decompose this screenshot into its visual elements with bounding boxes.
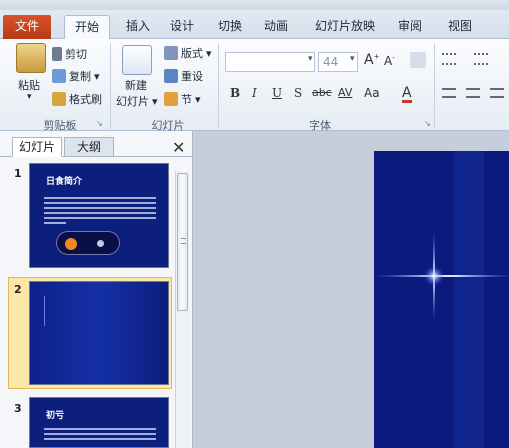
ribbon-tab-bar: 文件 开始 插入 设计 切换 动画 幻灯片放映 审阅 视图 (0, 10, 509, 39)
slide-number: 3 (14, 402, 22, 415)
copy-label: 复制 (69, 70, 91, 83)
slide-editor (194, 131, 509, 448)
group-separator (110, 43, 111, 129)
close-icon[interactable]: ✕ (172, 138, 185, 157)
slide-thumbnail-2[interactable] (29, 281, 169, 385)
slide-thumbnail-title: 日食简介 (46, 177, 83, 187)
new-slide-button[interactable]: 新建 (125, 77, 147, 93)
tab-review[interactable]: 审阅 (390, 15, 430, 39)
grip-icon (181, 238, 186, 244)
tab-insert[interactable]: 插入 (118, 15, 158, 39)
new-slide-label-2: 幻灯片 (116, 95, 149, 108)
dialog-launcher-icon[interactable]: ↘ (424, 119, 431, 128)
character-spacing-button[interactable]: AV (338, 86, 352, 99)
grow-font-label: A (364, 52, 374, 68)
tab-outline[interactable]: 大纲 (64, 137, 114, 157)
scissors-icon (52, 47, 62, 61)
slide-thumbnail-3[interactable]: 初亏 (29, 397, 169, 448)
tab-slideshow[interactable]: 幻灯片放映 (306, 15, 384, 39)
copy-button[interactable]: 复制 ▾ (52, 68, 100, 84)
layout-icon (164, 46, 178, 60)
reset-icon (164, 69, 178, 83)
title-strip (0, 0, 509, 10)
numbering-icon[interactable] (474, 53, 488, 65)
shadow-button[interactable]: S (294, 86, 302, 100)
paste-dropdown-icon[interactable]: ▾ (27, 92, 32, 102)
section-icon (164, 92, 178, 106)
section-button[interactable]: 节 ▾ (164, 91, 201, 107)
slide-thumbnail-1[interactable]: 日食简介 (29, 163, 169, 268)
bullets-icon[interactable] (442, 53, 456, 65)
chevron-down-icon: ▾ (152, 94, 158, 108)
bold-button[interactable]: B (230, 86, 240, 100)
chevron-down-icon[interactable]: ▾ (350, 54, 355, 64)
star-glint (44, 296, 45, 326)
group-separator (434, 43, 435, 129)
chevron-down-icon: ▾ (206, 46, 212, 60)
tab-slides[interactable]: 幻灯片 (12, 137, 62, 157)
grow-font-button[interactable]: A+ (364, 52, 379, 68)
slide-number: 1 (14, 167, 22, 180)
tab-home[interactable]: 开始 (64, 15, 110, 39)
thumbnail-text-lines (44, 197, 156, 227)
paintbrush-icon (52, 92, 66, 106)
new-slide-icon (122, 45, 152, 75)
section-label: 节 (181, 93, 192, 106)
paste-label: 粘贴 (18, 79, 40, 92)
cut-label: 剪切 (65, 48, 87, 61)
moon-icon (97, 240, 104, 247)
reset-label: 重设 (181, 70, 203, 83)
copy-dropdown-icon: ▾ (94, 69, 100, 83)
format-painter-button[interactable]: 格式刷 (52, 91, 102, 107)
font-name-input[interactable] (225, 52, 315, 72)
paste-button[interactable]: 粘贴 (18, 77, 40, 93)
layout-button[interactable]: 版式 ▾ (164, 45, 212, 61)
shrink-font-button[interactable]: A- (384, 54, 395, 68)
slide-number: 2 (14, 283, 22, 296)
underline-button[interactable]: U (272, 86, 282, 100)
format-painter-label: 格式刷 (69, 93, 102, 106)
strikethrough-button[interactable]: abc (312, 86, 332, 99)
layout-label: 版式 (181, 47, 203, 60)
slide-canvas[interactable] (374, 151, 509, 448)
clear-format-icon[interactable] (410, 52, 426, 68)
tab-file[interactable]: 文件 (3, 15, 51, 39)
copy-icon (52, 69, 66, 83)
tab-view[interactable]: 视图 (440, 15, 480, 39)
shrink-font-label: A (384, 54, 393, 68)
change-case-button[interactable]: Aa (364, 86, 380, 100)
new-slide-label-1: 新建 (125, 79, 147, 92)
align-right-icon[interactable] (490, 88, 504, 98)
tab-design[interactable]: 设计 (162, 15, 202, 39)
cut-button[interactable]: 剪切 (52, 46, 87, 62)
tab-transitions[interactable]: 切换 (210, 15, 250, 39)
slide-thumbnail-title: 初亏 (46, 411, 65, 421)
eclipse-image (56, 231, 120, 255)
chevron-down-icon: ▾ (195, 92, 201, 106)
align-center-icon[interactable] (466, 88, 480, 98)
scrollbar-thumb[interactable] (177, 173, 188, 311)
thumbnail-text-lines (44, 428, 156, 443)
font-size-value: 44 (323, 55, 339, 69)
italic-button[interactable]: I (252, 86, 257, 100)
new-slide-dropdown[interactable]: 幻灯片 ▾ (116, 93, 158, 109)
tab-animations[interactable]: 动画 (256, 15, 296, 39)
chevron-down-icon[interactable]: ▾ (308, 54, 313, 64)
clipboard-icon (16, 43, 46, 73)
star-flare (374, 151, 509, 448)
sun-icon (65, 238, 77, 250)
reset-button[interactable]: 重设 (164, 68, 203, 84)
font-color-button[interactable]: A (402, 86, 412, 103)
pane-tabs: 幻灯片 大纲 ✕ (0, 135, 193, 157)
dialog-launcher-icon[interactable]: ↘ (96, 119, 103, 128)
pane-scrollbar[interactable] (175, 171, 189, 448)
ribbon: 粘贴 ▾ 剪切 复制 ▾ 格式刷 剪贴板 ↘ 新建 幻灯片 ▾ 版式 ▾ 重设 节 ▾ … (0, 39, 509, 132)
group-separator (218, 43, 219, 129)
align-left-icon[interactable] (442, 88, 456, 98)
slides-pane: 幻灯片 大纲 ✕ 1 日食简介 2 3 初亏 (0, 131, 193, 448)
